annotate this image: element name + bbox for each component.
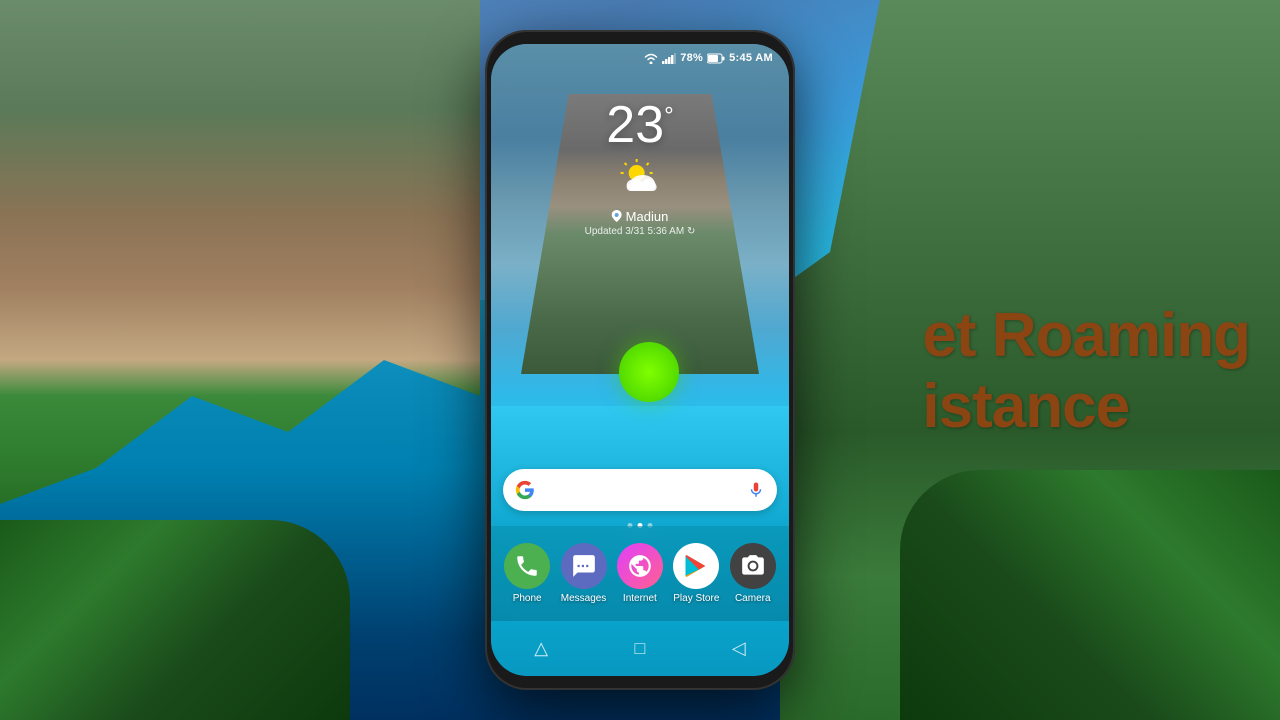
phone-app-icon[interactable] [504,543,550,589]
dock-item-internet[interactable]: Internet [617,543,663,604]
time-display: 5:45 AM [729,52,773,64]
weather-temperature: 23° [585,99,696,151]
cursor-circle [619,342,679,402]
search-bar[interactable] [503,469,777,511]
dock-item-messages[interactable]: Messages [561,543,607,604]
bg-foreground-left [0,520,350,720]
overlay-line1: et Roaming [922,300,1250,371]
dock-item-phone[interactable]: Phone [504,543,550,604]
battery-icon [707,53,725,64]
status-icons: 78% 5:45 AM [644,52,773,64]
recent-apps-button[interactable]: △ [534,638,548,659]
status-bar: 78% 5:45 AM [491,44,789,72]
weather-location: Madiun [585,207,696,224]
dock-item-camera[interactable]: Camera [730,543,776,604]
home-button[interactable]: □ [635,638,646,659]
messages-app-label: Messages [561,593,607,604]
weather-city: Madiun [626,209,669,224]
weather-icon [585,159,696,203]
overlay-line2: istance [922,371,1250,442]
signal-icon [662,53,676,64]
dock-item-playstore[interactable]: Play Store [673,543,719,604]
camera-app-label: Camera [735,593,771,604]
location-pin-icon [612,210,622,222]
navigation-bar: △ □ ◁ [491,628,789,668]
microphone-icon[interactable] [747,481,765,499]
playstore-app-icon[interactable] [673,543,719,589]
back-button[interactable]: ◁ [732,638,746,659]
messages-app-icon[interactable] [561,543,607,589]
weather-updated: Updated 3/31 5:36 AM ↻ [585,226,696,237]
internet-app-label: Internet [623,593,657,604]
playstore-app-label: Play Store [673,593,719,604]
bg-foreground-right [900,470,1280,720]
phone-screen: 78% 5:45 AM 23° [491,44,789,676]
overlay-text: et Roaming istance [922,300,1250,442]
refresh-icon: ↻ [687,226,695,237]
phone-frame: 78% 5:45 AM 23° [485,30,795,690]
google-logo-icon [515,480,535,500]
dock: Phone Messages Internet [491,526,789,621]
phone-app-label: Phone [513,593,542,604]
internet-app-icon[interactable] [617,543,663,589]
camera-app-icon[interactable] [730,543,776,589]
battery-percent: 78% [680,52,703,64]
weather-widget: 23° [585,99,696,237]
wifi-icon [644,53,658,64]
